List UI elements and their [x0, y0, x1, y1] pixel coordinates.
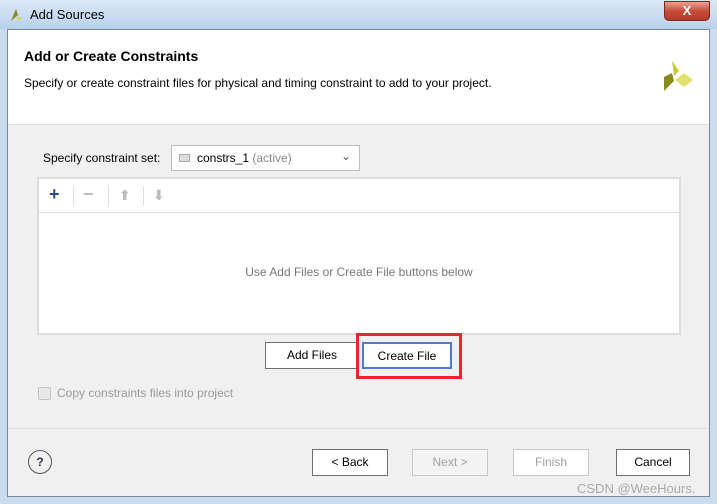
chevron-down-icon: ⌄ [340, 149, 351, 163]
header: Add or Create Constraints Specify or cre… [8, 30, 709, 125]
move-down-icon[interactable]: ⬇ [153, 187, 165, 204]
constraint-set-value: constrs_1 [197, 151, 250, 165]
highlight-box [356, 333, 462, 379]
divider [73, 186, 74, 206]
next-button[interactable]: Next > [412, 449, 488, 476]
dialog: Add or Create Constraints Specify or cre… [7, 29, 710, 497]
cancel-button[interactable]: Cancel [616, 449, 690, 476]
window-title: Add Sources [30, 7, 105, 22]
divider [108, 186, 109, 206]
copy-constraints-checkbox[interactable] [38, 387, 51, 400]
page-subtitle: Specify or create constraint files for p… [24, 76, 492, 90]
copy-constraints-label: Copy constraints files into project [57, 386, 234, 400]
help-button[interactable]: ? [28, 450, 52, 474]
move-up-icon[interactable]: ⬆ [119, 187, 131, 204]
vivado-logo-icon [664, 61, 693, 91]
add-files-button[interactable]: Add Files [265, 342, 359, 369]
footer-divider [8, 428, 709, 429]
close-button[interactable]: X [664, 1, 710, 21]
vivado-logo-icon [11, 9, 22, 21]
constraint-set-dropdown[interactable]: constrs_1 (active) ⌄ [171, 145, 360, 171]
file-toolbar: + − ⬆ ⬇ [39, 179, 679, 213]
constraint-set-label: Specify constraint set: [43, 151, 161, 165]
add-icon[interactable]: + [49, 184, 60, 205]
title-bar: Add Sources X [0, 0, 717, 29]
back-button[interactable]: < Back [312, 449, 388, 476]
watermark: CSDN @WeeHours. [577, 481, 696, 496]
divider [143, 186, 144, 206]
finish-button[interactable]: Finish [513, 449, 589, 476]
constraint-file-list: + − ⬆ ⬇ Use Add Files or Create File but… [37, 177, 681, 335]
constraint-set-status: (active) [252, 151, 292, 165]
empty-list-message: Use Add Files or Create File buttons bel… [245, 265, 473, 279]
folder-icon [179, 154, 190, 162]
page-title: Add or Create Constraints [24, 48, 199, 64]
remove-icon[interactable]: − [83, 184, 94, 205]
